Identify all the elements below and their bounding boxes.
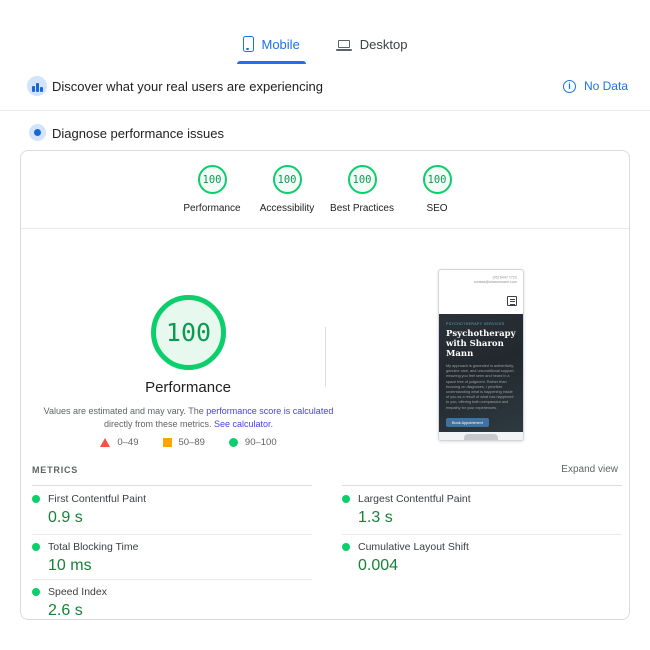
legend-fail: 0–49 [100, 437, 139, 448]
legend-pass: 90–100 [228, 437, 277, 448]
metric-rule [32, 534, 312, 535]
average-square-icon [162, 438, 172, 447]
performance-gauge-title: Performance [145, 379, 231, 396]
info-icon: i [562, 79, 576, 93]
metric-lcp: Largest Contentful Paint 1.3 s [342, 493, 622, 527]
score-calculation-link[interactable]: performance score is calculated [206, 406, 333, 416]
no-data-label: No Data [583, 79, 628, 93]
section-divider [0, 110, 650, 111]
seo-score-gauge: 100 [422, 165, 452, 194]
book-appointment-button: Book Appointment [446, 418, 489, 428]
pass-dot-icon [342, 543, 350, 551]
tab-desktop-label: Desktop [359, 36, 408, 52]
legend-average: 50–89 [162, 437, 205, 448]
device-tabs: Mobile Desktop [0, 28, 650, 64]
desktop-icon [335, 39, 352, 51]
lighthouse-report-card: 100 Performance 100 Accessibility 100 Be… [20, 150, 630, 620]
screenshot-contact-info: (05) 6447 7723 contact@sharonmann.com [473, 275, 517, 284]
pass-dot-icon [32, 543, 40, 551]
metric-fcp-value: 0.9 s [48, 509, 83, 526]
no-data-link[interactable]: i No Data [562, 79, 628, 93]
pagespeed-report: Mobile Desktop Discover what your real u… [0, 0, 650, 650]
tab-mobile[interactable]: Mobile [236, 28, 306, 64]
screenshot-hero: Psychotherapy services Psychotherapy wit… [439, 314, 523, 434]
metrics-heading: METRICS [32, 465, 79, 475]
metric-si: Speed Index 2.6 s [32, 586, 312, 620]
metric-rule [32, 579, 312, 580]
category-seo[interactable]: 100 SEO [392, 165, 482, 214]
metrics-col-rule-right [342, 485, 622, 486]
mobile-icon [242, 36, 254, 52]
metric-cls-value: 0.004 [358, 557, 399, 574]
score-legend: 0–49 50–89 90–100 [21, 437, 356, 448]
hamburger-menu-icon [507, 296, 517, 306]
accessibility-score-gauge: 100 [272, 165, 302, 194]
field-section-title: Discover what your real users are experi… [52, 79, 323, 94]
metric-tbt: Total Blocking Time 10 ms [32, 541, 312, 575]
performance-main-gauge: 100 [151, 295, 226, 370]
active-tab-underline [236, 61, 306, 64]
screenshot-eyebrow: Psychotherapy services [446, 322, 505, 326]
metric-rule [342, 534, 622, 535]
real-users-icon [27, 76, 47, 96]
category-scores-strip: 100 Performance 100 Accessibility 100 Be… [21, 151, 629, 229]
screenshot-heading: Psychotherapy with Sharon Mann [446, 329, 516, 359]
best-practices-score-gauge: 100 [347, 165, 377, 194]
metric-fcp: First Contentful Paint 0.9 s [32, 493, 312, 527]
page-screenshot-thumbnail[interactable]: (05) 6447 7723 contact@sharonmann.com Ps… [438, 269, 524, 441]
tab-desktop[interactable]: Desktop [332, 28, 412, 64]
pass-circle-icon [228, 438, 238, 447]
metrics-header: METRICS Expand view [21, 461, 629, 483]
metric-tbt-value: 10 ms [48, 557, 92, 574]
screenshot-paragraph: My approach is grounded in authenticity,… [446, 364, 515, 410]
pass-dot-icon [342, 495, 350, 503]
see-calculator-link[interactable]: See calculator. [214, 419, 273, 429]
screenshot-footer [439, 432, 523, 440]
lab-section-title: Diagnose performance issues [52, 126, 224, 141]
fail-triangle-icon [100, 438, 111, 447]
field-data-section: Discover what your real users are experi… [0, 74, 650, 100]
expand-view-button[interactable]: Expand view [561, 464, 618, 475]
metrics-col-rule-left [32, 485, 312, 486]
performance-score-gauge: 100 [197, 165, 227, 194]
tab-mobile-label: Mobile [261, 36, 300, 52]
metric-si-value: 2.6 s [48, 602, 83, 619]
lab-data-section: Diagnose performance issues [0, 122, 650, 144]
metric-lcp-value: 1.3 s [358, 509, 393, 526]
pass-dot-icon [32, 495, 40, 503]
diagnose-icon [29, 124, 46, 141]
score-disclaimer: Values are estimated and may vary. The p… [43, 406, 334, 429]
metric-cls: Cumulative Layout Shift 0.004 [342, 541, 622, 575]
pass-dot-icon [32, 588, 40, 596]
vertical-divider [325, 327, 326, 387]
